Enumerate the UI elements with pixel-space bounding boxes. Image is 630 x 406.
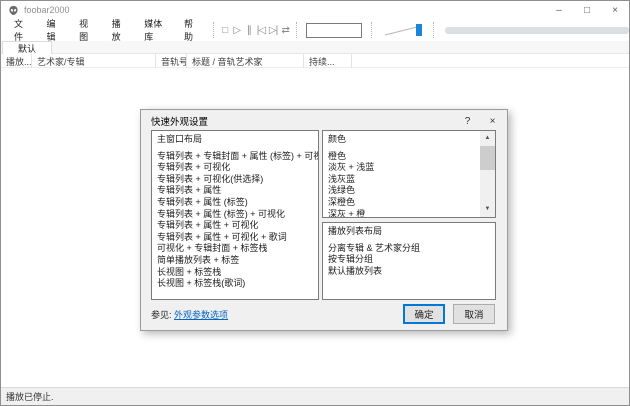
list-item[interactable]: 深橙色 (328, 197, 479, 209)
list-item[interactable]: 默认播放列表 (328, 266, 495, 278)
list-item[interactable]: 浅灰蓝 (328, 174, 479, 186)
list-item[interactable]: 专辑列表 + 可视化(供选择) (157, 174, 318, 186)
scroll-down-icon[interactable]: ▼ (480, 202, 495, 217)
list-item[interactable]: 长视图 + 标签栈(歌词) (157, 278, 318, 290)
column-header-artist-album[interactable]: 艺术家/专辑 (32, 54, 156, 68)
playlist-layout-list[interactable]: 播放列表布局 分离专辑 & 艺术家分组 按专辑分组 默认播放列表 (322, 222, 496, 300)
volume-slider[interactable] (383, 23, 422, 37)
ok-button[interactable]: 确定 (403, 304, 445, 324)
toolbar-separator (371, 22, 372, 38)
volume-thumb (416, 24, 422, 36)
toolbar-separator (296, 22, 297, 38)
quick-appearance-dialog: 快速外观设置 ? × 主窗口布局 专辑列表 + 专辑封面 + 属性 (标签) +… (140, 109, 508, 331)
scrollbar-thumb[interactable] (480, 146, 495, 170)
list-header: 主窗口布局 (157, 134, 318, 146)
column-header-title[interactable]: 标题 / 音轨艺术家 (187, 54, 304, 68)
appearance-preferences-link[interactable]: 外观参数选项 (174, 310, 228, 320)
playlist-header: 播放... 艺术家/专辑 音轨号 标题 / 音轨艺术家 持续... (1, 54, 629, 68)
pattern-input[interactable] (306, 23, 362, 38)
stop-icon[interactable]: □ (219, 22, 231, 38)
color-scheme-list[interactable]: 颜色 橙色 淡灰 + 浅蓝 浅灰蓝 浅绿色 深橙色 深灰 + 橙 深灰 + 浅绿… (322, 130, 496, 218)
playlist-tabs: 默认 (1, 41, 629, 54)
list-item[interactable]: 简单播放列表 + 标签 (157, 255, 318, 267)
main-layout-list[interactable]: 主窗口布局 专辑列表 + 专辑封面 + 属性 (标签) + 可视化 + 歌词 专… (151, 130, 319, 300)
list-item[interactable]: 分离专辑 & 艺术家分组 (328, 243, 495, 255)
dialog-titlebar: 快速外观设置 (141, 110, 507, 132)
toolbar-separator (213, 22, 214, 38)
list-item[interactable]: 专辑列表 + 属性 (157, 185, 318, 197)
menubar: 文件 编辑 视图 播放 媒体库 帮助 □ ▷ ∥ |◁ ▷| ⇄ (1, 19, 629, 41)
maximize-button[interactable]: □ (573, 1, 601, 19)
list-item[interactable]: 深灰 + 橙 (328, 209, 479, 218)
see-also: 参见: 外观参数选项 (151, 308, 228, 321)
dialog-close-button[interactable]: × (480, 110, 505, 132)
list-item[interactable]: 专辑列表 + 属性 (标签) + 可视化 (157, 209, 318, 221)
status-text: 播放已停止. (6, 390, 54, 403)
list-item[interactable]: 淡灰 + 浅蓝 (328, 162, 479, 174)
toolbar-separator (433, 22, 434, 38)
previous-icon[interactable]: |◁ (255, 22, 267, 38)
see-also-label: 参见: (151, 310, 172, 320)
cancel-button[interactable]: 取消 (453, 304, 495, 324)
foobar2000-window: foobar2000 – □ × 文件 编辑 视图 播放 媒体库 帮助 □ ▷ … (0, 0, 630, 406)
column-header-playing[interactable]: 播放... (1, 54, 32, 68)
tab-default[interactable]: 默认 (2, 41, 52, 54)
list-item[interactable]: 专辑列表 + 属性 + 可视化 (157, 220, 318, 232)
minimize-button[interactable]: – (545, 1, 573, 19)
scroll-up-icon[interactable]: ▲ (480, 131, 495, 146)
close-button[interactable]: × (601, 1, 629, 19)
help-button[interactable]: ? (455, 110, 480, 132)
list-item[interactable]: 浅绿色 (328, 185, 479, 197)
list-item[interactable]: 专辑列表 + 专辑封面 + 属性 (标签) + 可视化 + 歌词 (157, 151, 318, 163)
seekbar[interactable] (445, 27, 629, 34)
list-item[interactable]: 按专辑分组 (328, 254, 495, 266)
next-icon[interactable]: ▷| (267, 22, 279, 38)
list-header: 颜色 (328, 134, 479, 146)
list-item[interactable]: 可视化 + 专辑封面 + 标签栈 (157, 243, 318, 255)
dialog-title: 快速外观设置 (151, 114, 208, 128)
scrollbar[interactable]: ▲ ▼ (480, 131, 495, 217)
list-item[interactable]: 专辑列表 + 属性 + 可视化 + 歌词 (157, 232, 318, 244)
pause-icon[interactable]: ∥ (243, 22, 255, 38)
play-icon[interactable]: ▷ (231, 22, 243, 38)
column-header-track-no[interactable]: 音轨号 (156, 54, 187, 68)
column-header-duration[interactable]: 持续... (304, 54, 352, 68)
list-item[interactable]: 专辑列表 + 属性 (标签) (157, 197, 318, 209)
column-header-spacer (352, 54, 629, 68)
random-icon[interactable]: ⇄ (279, 22, 291, 38)
list-item[interactable]: 橙色 (328, 151, 479, 163)
list-item[interactable]: 长视图 + 标签栈 (157, 267, 318, 279)
list-header: 播放列表布局 (328, 226, 495, 238)
statusbar: 播放已停止. (1, 387, 629, 405)
list-item[interactable]: 专辑列表 + 可视化 (157, 162, 318, 174)
